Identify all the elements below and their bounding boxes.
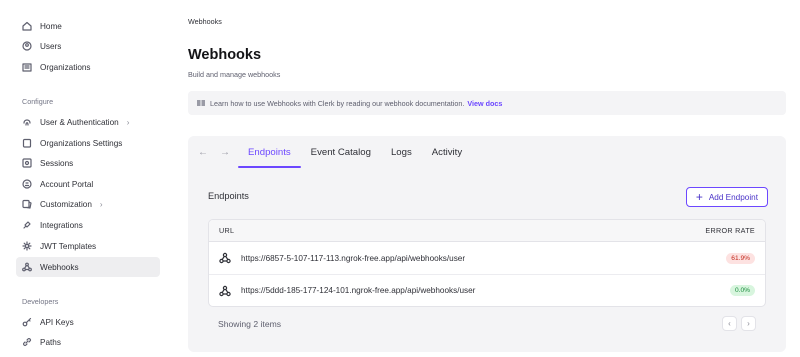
tab-endpoints[interactable]: Endpoints: [238, 136, 301, 168]
tab-activity[interactable]: Activity: [432, 136, 462, 168]
page-subtitle: Build and manage webhooks: [188, 70, 281, 79]
webhooks-panel: ← → Endpoints Event Catalog Logs Activit…: [188, 136, 786, 352]
home-icon: [22, 21, 32, 31]
section-label-developers: Developers: [22, 297, 59, 306]
link-icon: [22, 337, 32, 347]
view-docs-link[interactable]: View docs: [467, 99, 502, 108]
sidebar-item-sessions[interactable]: Sessions: [16, 153, 160, 173]
sidebar-item-home[interactable]: Home: [16, 16, 160, 36]
add-endpoint-label: Add Endpoint: [708, 192, 758, 202]
forward-arrow-icon[interactable]: →: [220, 147, 242, 158]
sidebar-item-label: Sessions: [40, 158, 74, 168]
clipboard-icon: [22, 138, 32, 148]
endpoint-url: https://6857-5-107-117-113.ngrok-free.ap…: [241, 253, 466, 263]
webhook-icon: [22, 262, 32, 272]
sidebar-item-label: Organizations: [40, 62, 91, 72]
portal-icon: [22, 179, 32, 189]
palette-icon: [22, 199, 32, 209]
pagination-summary: Showing 2 items: [218, 319, 282, 329]
previous-page-button[interactable]: ‹: [722, 316, 737, 331]
sidebar-item-label: Webhooks: [40, 262, 79, 272]
chevron-right-icon: ›: [99, 199, 103, 209]
chevron-right-icon: ›: [126, 117, 130, 127]
tab-bar: ← → Endpoints Event Catalog Logs Activit…: [198, 136, 482, 168]
sidebar-item-label: Integrations: [40, 220, 83, 230]
sidebar-item-organizations[interactable]: Organizations: [16, 57, 160, 77]
sidebar-item-api-keys[interactable]: API Keys: [16, 312, 160, 332]
endpoints-table: URL ERROR RATE https://6857-5-107-117-11…: [208, 219, 766, 307]
table-row[interactable]: https://6857-5-107-117-113.ngrok-free.ap…: [209, 242, 765, 274]
tab-event-catalog[interactable]: Event Catalog: [311, 136, 371, 168]
endpoint-url: https://5ddd-185-177-124-101.ngrok-free.…: [241, 286, 476, 295]
sidebar-item-label: API Keys: [40, 317, 74, 327]
sidebar-item-webhooks[interactable]: Webhooks: [16, 257, 160, 277]
breadcrumb: Webhooks: [188, 17, 222, 26]
error-rate-badge: 0.0%: [729, 285, 755, 296]
sidebar-item-label: Users: [40, 41, 62, 51]
sidebar-item-label: Account Portal: [40, 179, 94, 189]
table-row[interactable]: https://5ddd-185-177-124-101.ngrok-free.…: [209, 274, 765, 306]
sidebar-item-paths[interactable]: Paths: [16, 332, 160, 352]
tab-logs[interactable]: Logs: [391, 136, 412, 168]
plus-icon: +: [695, 190, 703, 204]
building-icon: [22, 62, 32, 72]
sidebar-item-integrations[interactable]: Integrations: [16, 215, 160, 235]
section-label-configure: Configure: [22, 97, 54, 106]
column-header-url: URL: [219, 226, 235, 235]
sidebar-item-label: User & Authentication: [40, 117, 119, 127]
key-icon: [22, 317, 32, 327]
info-banner: Learn how to use Webhooks with Clerk by …: [188, 91, 786, 115]
webhook-icon: [219, 285, 231, 297]
endpoints-heading: Endpoints: [208, 191, 249, 201]
plug-icon: [22, 220, 32, 230]
info-text: Learn how to use Webhooks with Clerk by …: [210, 98, 465, 108]
page-title: Webhooks: [188, 47, 262, 63]
sidebar-item-user-authentication[interactable]: User & Authentication ›: [16, 112, 160, 132]
back-arrow-icon[interactable]: ←: [198, 147, 220, 158]
sidebar-item-label: Paths: [40, 337, 61, 347]
gear-icon: [22, 241, 32, 251]
sidebar-item-label: Customization: [40, 199, 92, 209]
error-rate-badge: 61.9%: [726, 252, 755, 264]
fingerprint-icon: [22, 117, 32, 127]
sidebar-item-jwt-templates[interactable]: JWT Templates: [16, 236, 160, 256]
add-endpoint-button[interactable]: + Add Endpoint: [685, 187, 768, 207]
webhook-icon: [219, 252, 231, 264]
sidebar-item-organizations-settings[interactable]: Organizations Settings: [16, 133, 160, 153]
sidebar: Home Users Organizations Configure User …: [0, 0, 168, 357]
sidebar-item-label: Organizations Settings: [40, 138, 123, 148]
sidebar-item-account-portal[interactable]: Account Portal: [16, 174, 160, 194]
sessions-icon: [22, 158, 32, 168]
sidebar-item-users[interactable]: Users: [16, 36, 160, 56]
column-header-error-rate: ERROR RATE: [705, 226, 755, 235]
sidebar-item-label: JWT Templates: [40, 241, 97, 251]
user-icon: [22, 41, 32, 51]
book-icon: [197, 100, 205, 106]
sidebar-item-label: Home: [40, 21, 62, 31]
table-header: URL ERROR RATE: [209, 220, 765, 242]
pagination: ‹ ›: [722, 316, 756, 331]
sidebar-item-customization[interactable]: Customization ›: [16, 194, 160, 214]
next-page-button[interactable]: ›: [741, 316, 756, 331]
